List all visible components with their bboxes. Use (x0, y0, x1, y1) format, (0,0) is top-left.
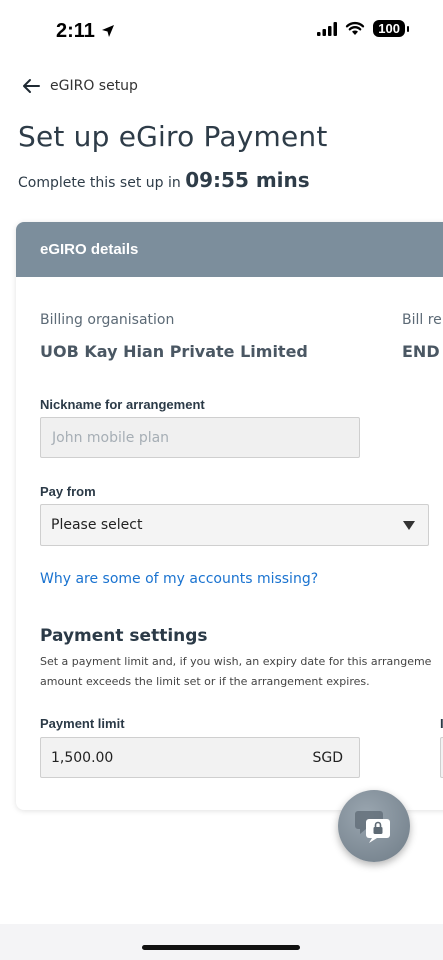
timer-prefix: Complete this set up in (18, 175, 181, 191)
battery-indicator: 100 (373, 20, 409, 37)
location-arrow-icon (101, 25, 114, 37)
payment-limit-value: 1,500.00 (51, 750, 114, 766)
payment-settings-desc-2: amount exceeds the limit set or if the a… (40, 675, 370, 688)
chevron-down-icon (403, 521, 415, 530)
back-label: eGIRO setup (50, 78, 138, 94)
home-indicator[interactable] (142, 945, 300, 950)
status-icons: 100 (317, 20, 409, 37)
payment-limit-label: Payment limit (40, 716, 125, 731)
timer-value: 09:55 mins (185, 168, 310, 192)
status-bar: 2:11 100 (0, 0, 443, 60)
timer-row: Complete this set up in 09:55 mins (18, 168, 310, 192)
bill-ref-value: END (402, 342, 440, 361)
status-time: 2:11 (56, 20, 115, 43)
pay-from-value: Please select (51, 517, 143, 533)
wifi-icon (346, 21, 365, 35)
chat-secure-icon (355, 811, 390, 843)
card-header: eGIRO details (16, 222, 443, 277)
page-title: Set up eGiro Payment (18, 120, 328, 153)
chat-button[interactable] (338, 790, 410, 862)
nickname-label: Nickname for arrangement (40, 397, 205, 412)
pay-from-select[interactable]: Please select (40, 504, 429, 546)
billing-org-label: Billing organisation (40, 312, 175, 328)
payment-settings-desc-1: Set a payment limit and, if you wish, an… (40, 655, 432, 668)
egiro-details-card: eGIRO details Billing organisation UOB K… (16, 222, 443, 810)
nickname-placeholder: John mobile plan (52, 430, 170, 446)
nickname-input[interactable]: John mobile plan (40, 417, 360, 458)
bill-ref-label: Bill re (402, 312, 442, 328)
pay-from-label: Pay from (40, 484, 96, 499)
missing-accounts-link[interactable]: Why are some of my accounts missing? (40, 571, 318, 587)
payment-limit-currency: SGD (312, 750, 343, 766)
cellular-signal-icon (317, 21, 338, 36)
billing-org-value: UOB Kay Hian Private Limited (40, 342, 308, 361)
bottom-bar (0, 924, 443, 960)
arrow-left-icon (23, 79, 40, 93)
payment-limit-input[interactable]: 1,500.00 SGD (40, 737, 360, 778)
back-button[interactable]: eGIRO setup (22, 78, 138, 94)
payment-settings-title: Payment settings (40, 626, 208, 646)
